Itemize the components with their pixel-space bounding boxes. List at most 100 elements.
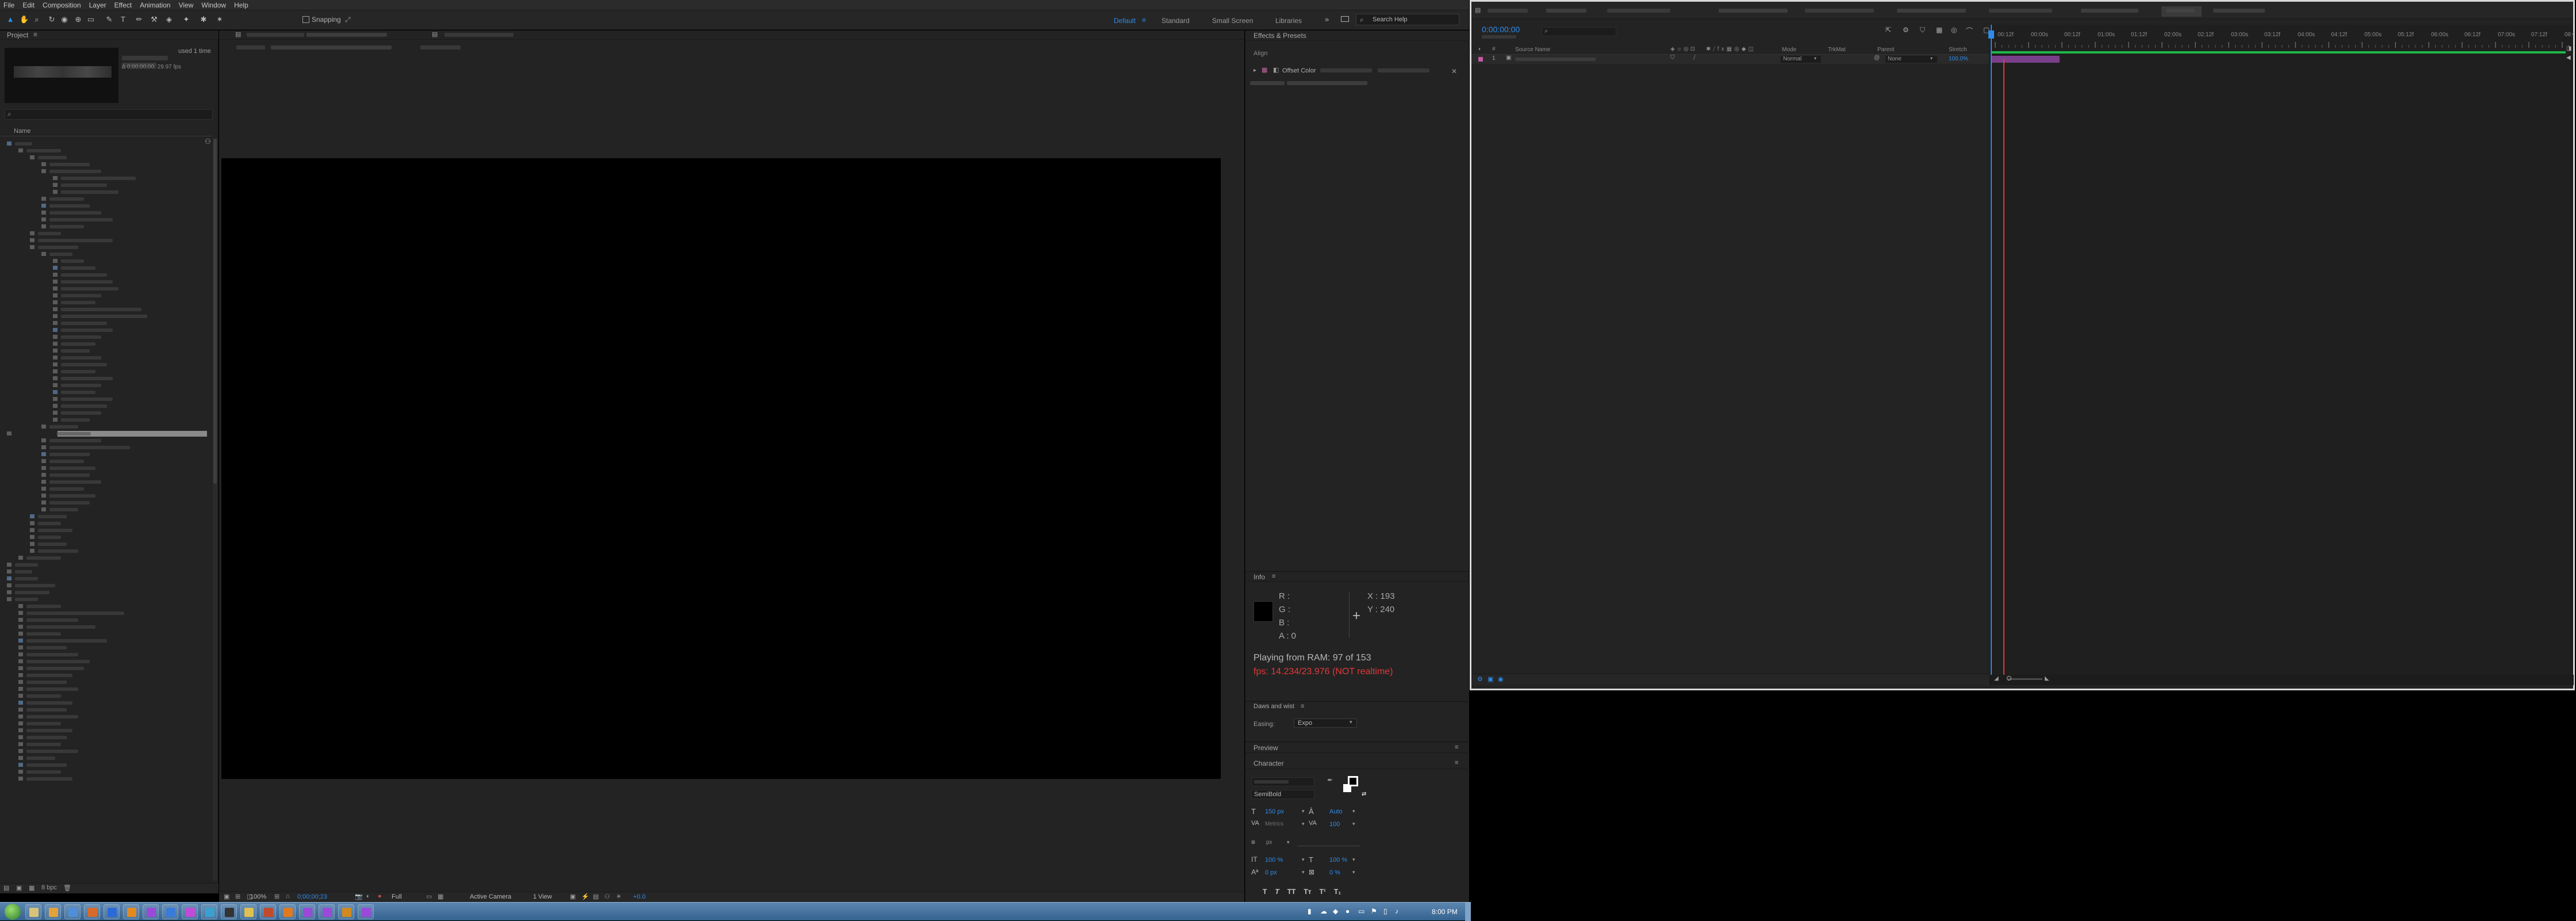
list-item[interactable] <box>0 376 212 381</box>
panel-menu-icon[interactable]: ≡ <box>1301 703 1304 710</box>
list-item[interactable] <box>0 210 212 216</box>
timeline-tab-redacted-8[interactable] <box>2081 9 2138 13</box>
layer-quality-switch-icon[interactable]: ⧸ <box>1693 55 1695 61</box>
media-encoder-taskbar-icon[interactable] <box>143 904 159 919</box>
explorer-taskbar-icon[interactable] <box>25 904 41 919</box>
list-item[interactable] <box>0 755 212 761</box>
timeline-tab-redacted-1[interactable] <box>1488 9 1528 13</box>
toggle-in-out-icon[interactable]: ◉ <box>1498 675 1504 683</box>
project-scrollbar-thumb[interactable] <box>213 139 217 484</box>
breadcrumb-redacted-1[interactable] <box>236 45 265 49</box>
ae-3-taskbar-icon[interactable] <box>299 904 315 919</box>
comp-tab-redacted-2[interactable] <box>306 33 387 37</box>
list-item[interactable] <box>0 521 212 526</box>
menu-view[interactable]: View <box>179 1 194 9</box>
list-item[interactable] <box>0 507 212 513</box>
list-item[interactable] <box>0 493 212 499</box>
after-effects-taskbar-icon[interactable] <box>162 904 178 919</box>
terminal-taskbar-icon[interactable] <box>201 904 217 919</box>
list-item[interactable] <box>0 410 212 416</box>
composition-canvas[interactable] <box>221 158 1221 779</box>
timeline-tab-active[interactable] <box>2161 6 2202 17</box>
list-item[interactable] <box>0 169 212 174</box>
timeline-tab-redacted-6[interactable] <box>1897 9 1966 13</box>
layer-trkmat-dropdown[interactable] <box>1827 56 1867 63</box>
chevron-down-icon[interactable]: ▾ <box>1302 808 1305 815</box>
list-item[interactable] <box>0 203 212 209</box>
app-tray-icon[interactable]: ● <box>1346 907 1350 915</box>
show-snapshot-icon[interactable]: ◐ <box>366 893 370 900</box>
easing-dropdown[interactable]: Expo ▾ <box>1294 719 1357 728</box>
always-preview-icon[interactable]: ▣ <box>224 893 229 900</box>
chevron-down-icon[interactable]: ▾ <box>1302 821 1305 827</box>
premiere-taskbar-icon[interactable] <box>123 904 139 919</box>
photoshop-taskbar-icon[interactable] <box>84 904 100 919</box>
sync-icon[interactable] <box>1341 16 1349 22</box>
list-item[interactable] <box>0 458 212 464</box>
chevron-down-icon[interactable]: ▾ <box>1352 857 1355 863</box>
character-title[interactable]: Character <box>1254 759 1284 767</box>
list-item[interactable] <box>0 286 212 292</box>
snapping-options-icon[interactable]: ⤢ <box>345 16 351 24</box>
list-item[interactable] <box>0 314 212 319</box>
snapping-checkbox[interactable] <box>302 16 309 23</box>
list-item[interactable] <box>0 327 212 333</box>
mask-tool-icon[interactable]: ▭ <box>86 15 95 24</box>
pick-whip-icon[interactable]: @ <box>1874 55 1880 61</box>
font-style-dropdown[interactable]: SemiBold <box>1251 790 1314 799</box>
font-size-value[interactable]: 150 px <box>1265 808 1284 815</box>
list-item[interactable] <box>0 362 212 368</box>
menu-help[interactable]: Help <box>234 1 248 9</box>
project-search-field[interactable]: ⌕ <box>5 109 213 120</box>
list-item[interactable] <box>0 369 212 374</box>
list-item[interactable] <box>0 534 212 540</box>
composition-lock-icon[interactable]: ▤ <box>235 30 241 38</box>
list-item[interactable] <box>0 417 212 423</box>
list-item[interactable] <box>0 638 212 644</box>
list-item[interactable] <box>0 403 212 409</box>
layer-parent-dropdown[interactable]: None ▾ <box>1885 56 1937 63</box>
puppet-tool-icon[interactable]: ✱ <box>199 15 208 24</box>
workspace-small-screen[interactable]: Small Screen <box>1212 17 1253 25</box>
list-item[interactable] <box>0 334 212 340</box>
effects-presets-title[interactable]: Effects & Presets <box>1254 32 1306 40</box>
zoom-slider-handle[interactable] <box>2007 676 2011 681</box>
delete-icon[interactable]: 🗑 <box>63 884 71 892</box>
list-item[interactable] <box>0 265 212 271</box>
vlc-taskbar-icon[interactable] <box>260 904 276 919</box>
list-item[interactable] <box>0 693 212 699</box>
column-name-header[interactable]: Name <box>14 128 30 135</box>
pen-tool-icon[interactable]: ✎ <box>105 15 114 24</box>
selection-tool-icon[interactable]: ▲ <box>6 15 15 24</box>
list-item[interactable] <box>0 728 212 733</box>
preview-title[interactable]: Preview <box>1254 744 1278 752</box>
list-item[interactable] <box>0 748 212 754</box>
list-item[interactable] <box>0 576 212 582</box>
tab-icon[interactable]: ▤ <box>1475 6 1481 14</box>
list-item[interactable] <box>0 189 212 195</box>
faux-italic-button[interactable]: T <box>1275 888 1279 896</box>
list-item[interactable] <box>0 541 212 547</box>
resolution-dropdown[interactable]: Full <box>392 893 402 900</box>
list-item[interactable] <box>0 514 212 519</box>
timeline-tab-redacted-2[interactable] <box>1546 9 1586 13</box>
list-item[interactable] <box>0 472 212 478</box>
chevron-down-icon[interactable]: ▾ <box>1352 869 1355 876</box>
camera-tool-icon[interactable]: ◉ <box>60 15 69 24</box>
list-item[interactable] <box>0 769 212 775</box>
puppet-pin-tool-icon[interactable]: ✶ <box>215 15 224 24</box>
list-item[interactable] <box>0 479 212 485</box>
close-icon[interactable]: ✕ <box>1451 67 1457 75</box>
show-desktop-button[interactable] <box>1465 903 1471 921</box>
list-item[interactable] <box>0 258 212 264</box>
faux-bold-button[interactable]: T <box>1263 888 1267 896</box>
list-item[interactable] <box>0 148 212 154</box>
list-item[interactable] <box>0 438 212 444</box>
menu-edit[interactable]: Edit <box>22 1 34 9</box>
workspace-libraries[interactable]: Libraries <box>1275 17 1302 25</box>
views-dropdown[interactable]: 1 View <box>533 893 552 900</box>
roto-brush-tool-icon[interactable]: ✦ <box>182 15 191 24</box>
network-icon[interactable]: ▮ <box>1308 907 1312 915</box>
current-time-display[interactable]: 0;00;00;23 <box>297 893 327 900</box>
type-tool-icon[interactable]: T <box>118 15 128 24</box>
